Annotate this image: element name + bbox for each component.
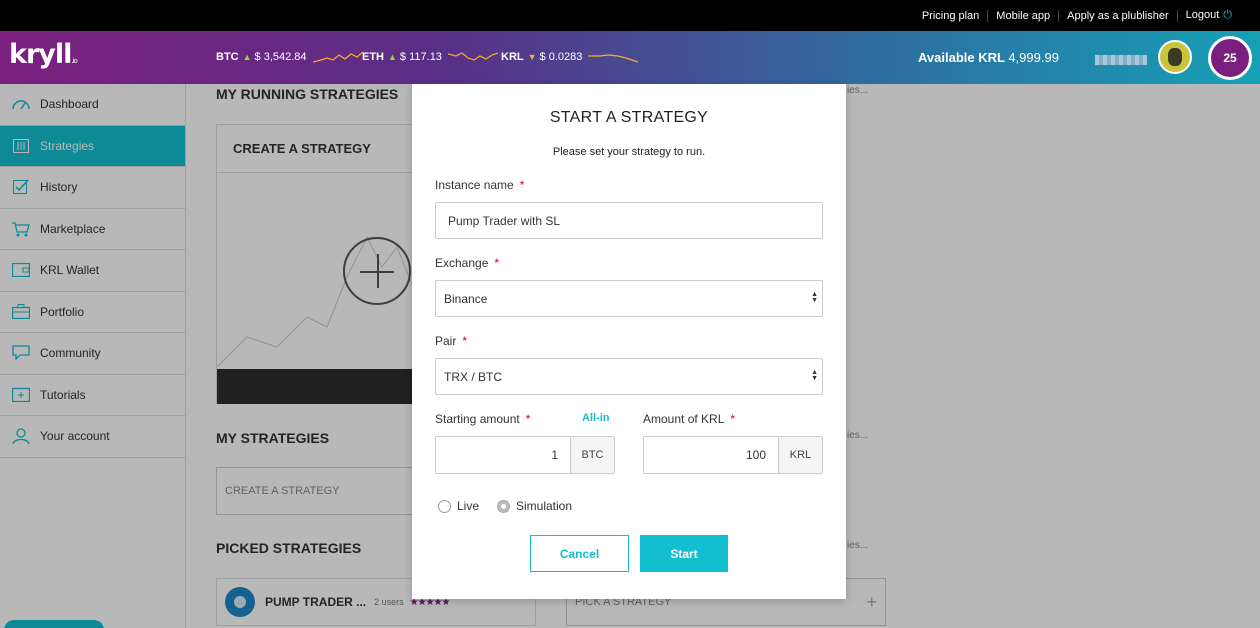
starting-amount-input[interactable]: 1 BTC [435, 436, 615, 474]
select-arrows-icon: ▲ ▼ [811, 369, 818, 382]
top-bar: Pricing plan Mobile app Apply as a plubl… [0, 0, 1260, 31]
ticker-price: $ 3,542.84 [254, 51, 307, 63]
ticker-krl: KRL ▼ $ 0.0283 [501, 50, 639, 64]
instance-name-label: Instance name * [435, 178, 524, 192]
instance-name-input[interactable]: Pump Trader with SL [435, 202, 823, 239]
mode-simulation-radio[interactable]: Simulation [497, 499, 572, 513]
pair-label: Pair * [435, 334, 467, 348]
ticker-symbol: KRL [501, 51, 524, 63]
pair-select[interactable]: TRX / BTC ▲ ▼ [435, 358, 823, 395]
exchange-label-text: Exchange [435, 256, 489, 270]
sparkline-icon [312, 51, 363, 63]
exchange-label: Exchange * [435, 256, 499, 270]
krl-amount-unit: KRL [778, 437, 822, 473]
pair-label-text: Pair [435, 334, 457, 348]
starting-amount-unit: BTC [570, 437, 614, 473]
radio-unselected-icon [438, 499, 451, 513]
arrow-up-icon: ▲ [242, 52, 252, 62]
available-krl: Available KRL 4,999.99 [918, 50, 1059, 65]
kryll-logo[interactable]: kryll.io [9, 39, 78, 70]
level-badge[interactable]: 25 [1208, 36, 1252, 80]
ticker-symbol: BTC [216, 51, 239, 63]
ticker-symbol: ETH [362, 51, 384, 63]
header: kryll.io BTC ▲ $ 3,542.84 ETH ▲ $ 117.13… [0, 31, 1260, 84]
logo-text: kryll [9, 39, 72, 70]
pair-value: TRX / BTC [444, 369, 503, 384]
power-icon: ⏻ [1223, 9, 1232, 21]
username-redacted [1095, 55, 1147, 65]
logout-label: Logout [1185, 9, 1220, 21]
starting-amount-value: 1 [551, 448, 558, 462]
ticker-eth: ETH ▲ $ 117.13 [362, 50, 498, 64]
available-amount: 4,999.99 [1008, 50, 1059, 65]
apply-publisher-link[interactable]: Apply as a plublisher [1059, 9, 1178, 22]
required-marker: * [462, 334, 468, 348]
avatar[interactable] [1158, 40, 1192, 74]
required-marker: * [730, 412, 736, 426]
exchange-value: Binance [444, 291, 488, 306]
top-links: Pricing plan Mobile app Apply as a plubl… [914, 0, 1240, 31]
all-in-link[interactable]: All-in [582, 412, 610, 424]
available-label: Available KRL [918, 50, 1005, 65]
mode-simulation-label: Simulation [516, 499, 573, 513]
sparkline-icon [588, 54, 639, 63]
radio-selected-icon [497, 499, 510, 513]
ticker-price: $ 0.0283 [539, 51, 583, 63]
arrow-up-icon: ▲ [388, 52, 397, 62]
logo-suffix: .io [71, 57, 78, 65]
required-marker: * [525, 412, 531, 426]
pricing-plan-link[interactable]: Pricing plan [914, 9, 989, 22]
required-marker: * [519, 178, 525, 192]
select-arrows-icon: ▲ ▼ [811, 291, 818, 304]
arrow-down-icon: ▼ [527, 52, 537, 62]
mode-live-radio[interactable]: Live [438, 499, 479, 513]
ticker-btc: BTC ▲ $ 3,542.84 [216, 50, 363, 64]
logout-link[interactable]: Logout ⏻ [1178, 9, 1240, 22]
krl-amount-input[interactable]: 100 KRL [643, 436, 823, 474]
modal-title: START A STRATEGY [549, 109, 709, 126]
start-button[interactable]: Start [640, 535, 728, 572]
instance-name-label-text: Instance name [435, 178, 514, 192]
krl-amount-label-text: Amount of KRL [643, 412, 725, 426]
mode-live-label: Live [457, 499, 480, 513]
krl-amount-label: Amount of KRL * [643, 412, 735, 426]
ticker-price: $ 117.13 [399, 51, 442, 63]
required-marker: * [494, 256, 500, 270]
start-strategy-modal: START A STRATEGY Please set your strateg… [412, 84, 846, 599]
exchange-select[interactable]: Binance ▲ ▼ [435, 280, 823, 317]
sparkline-icon [447, 52, 498, 61]
krl-amount-value: 100 [745, 448, 766, 462]
starting-amount-label: Starting amount * [435, 412, 530, 426]
starting-amount-label-text: Starting amount [435, 412, 520, 426]
mobile-app-link[interactable]: Mobile app [988, 9, 1060, 22]
modal-subtitle: Please set your strategy to run. [552, 146, 706, 158]
cancel-button[interactable]: Cancel [530, 535, 629, 572]
